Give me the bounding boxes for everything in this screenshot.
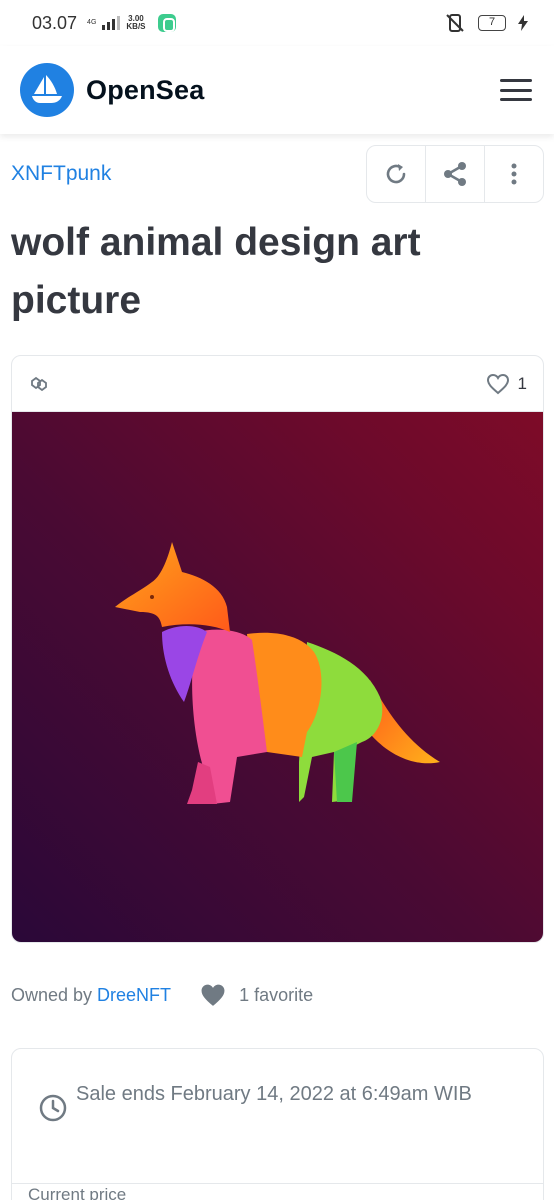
heart-icon [486, 373, 509, 394]
item-title: wolf animal design art picture [11, 221, 421, 322]
asset-card: 1 [11, 355, 544, 943]
status-time: 03.07 [32, 12, 78, 33]
vibrate-mute-icon [446, 14, 464, 32]
network-type: 4G [87, 19, 97, 26]
current-price-label: Current price [28, 1185, 127, 1200]
opensea-boat-icon[interactable] [20, 63, 74, 117]
owned-by-label: Owned by [11, 984, 93, 1005]
share-icon [444, 162, 466, 186]
clock-icon [39, 1094, 67, 1122]
asset-image[interactable] [12, 412, 543, 942]
asset-card-header: 1 [12, 356, 543, 412]
notification-app-icon [157, 14, 176, 32]
network-speed-unit: KB/S [126, 22, 146, 31]
owner-link[interactable]: DreeNFT [97, 985, 171, 1006]
polygon-chain-icon[interactable] [28, 375, 50, 393]
battery-icon: 7 [478, 15, 506, 31]
favorites-summary: 1 favorite [199, 983, 313, 1007]
share-button[interactable] [426, 146, 485, 202]
status-bar: 03.07 4G 3.00 KB/S 7 [0, 0, 554, 46]
sale-card: Sale ends February 14, 2022 at 6:49am WI… [11, 1048, 544, 1200]
refresh-icon [386, 164, 406, 184]
network-speed: 3.00 KB/S [126, 15, 145, 31]
favorites-text: 1 favorite [239, 984, 314, 1005]
favorite-toggle[interactable]: 1 [486, 373, 527, 395]
wolf-artwork [115, 542, 440, 804]
sale-end-row: Sale ends February 14, 2022 at 6:49am WI… [12, 1049, 543, 1123]
sale-end-text: Sale ends February 14, 2022 at 6:49am WI… [76, 1083, 472, 1105]
app-header: OpenSea [0, 46, 554, 134]
brand-name[interactable]: OpenSea [86, 75, 204, 106]
favorite-count: 1 [517, 373, 527, 393]
collection-link[interactable]: XNFTpunk [11, 162, 111, 186]
charging-icon [518, 15, 528, 31]
hamburger-menu-icon[interactable] [498, 76, 534, 104]
more-options-button[interactable] [485, 146, 543, 202]
heart-icon [201, 984, 225, 1006]
network-indicator: 4G 3.00 KB/S [87, 14, 176, 32]
more-vertical-icon [511, 163, 517, 185]
owner-row: Owned by DreeNFT 1 favorite [11, 983, 313, 1007]
sale-divider [12, 1183, 543, 1184]
item-actions [366, 145, 544, 203]
signal-icon [102, 16, 121, 30]
refresh-button[interactable] [367, 146, 426, 202]
